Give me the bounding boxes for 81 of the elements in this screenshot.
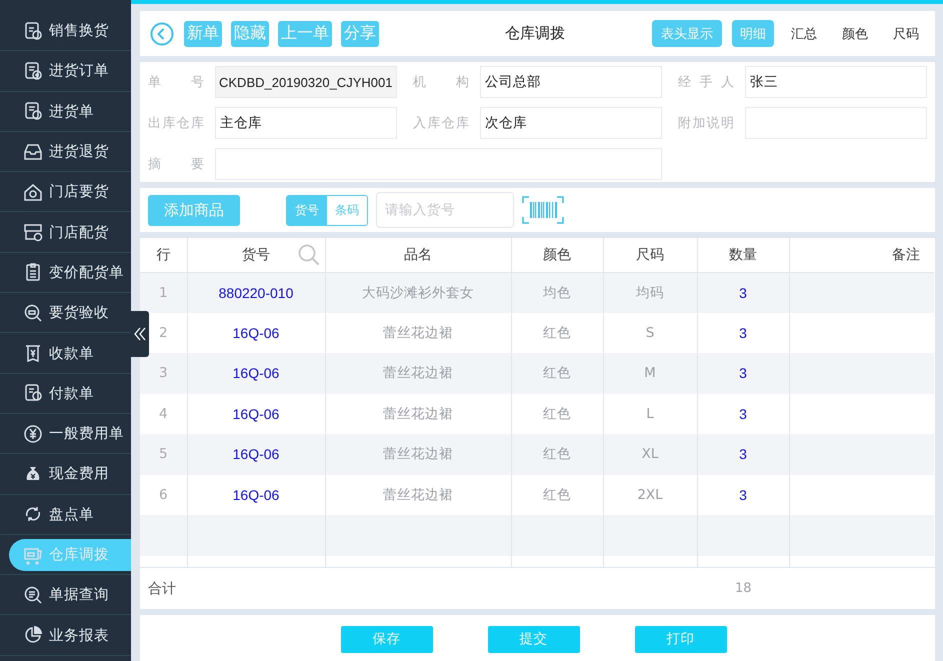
sidebar-item[interactable]: 变价配货单 [9, 256, 131, 288]
field-label: 摘要 [148, 156, 204, 173]
column-header: 备注 [789, 238, 934, 272]
receipt-icon [23, 343, 43, 364]
input-field[interactable]: 主仓库 [215, 107, 397, 139]
document-coin-icon [23, 383, 43, 404]
sidebar-item[interactable]: 进货退货 [9, 136, 131, 168]
list-magnifier-icon [23, 584, 43, 605]
input-field[interactable]: CKDBD_20190320_CJYH001 [215, 66, 397, 98]
table-cell: 均色 [511, 272, 603, 312]
tray-icon [23, 142, 43, 162]
table-cell: 红色 [511, 353, 603, 394]
document-icon [23, 20, 43, 41]
sidebar-item[interactable]: 单据查询 [9, 578, 131, 611]
column-header: 品名 [325, 238, 511, 272]
table-cell: 3 [697, 434, 789, 474]
pie-chart-icon [23, 625, 43, 646]
document-plus-icon [23, 60, 43, 81]
total-quantity: 18 [735, 581, 753, 596]
input-field[interactable]: 次仓库 [480, 107, 662, 139]
table-cell: 16Q-06 [187, 353, 325, 394]
input-field[interactable] [215, 148, 662, 180]
sidebar-item[interactable]: 一般费用单 [9, 418, 131, 450]
barcode-scan-icon[interactable] [522, 196, 564, 224]
sidebar-item[interactable]: 现金费用 [9, 458, 131, 490]
sidebar-item[interactable]: 付款单 [9, 377, 131, 410]
table-cell: M [603, 353, 697, 394]
search-icon[interactable] [298, 244, 320, 266]
table-cell: 5 [140, 434, 187, 474]
table-cell: 1 [140, 272, 187, 312]
document-icon [23, 101, 43, 122]
field-label: 出库仓库 [148, 115, 204, 132]
field-label: 单号 [148, 74, 204, 91]
view-tab[interactable]: 尺码 [885, 20, 927, 47]
table-cell: 均码 [603, 272, 697, 312]
input-field[interactable] [745, 107, 927, 139]
magnifier-icon [23, 302, 43, 323]
table-cell: XL [603, 434, 697, 474]
sidebar-item[interactable]: 要货验收 [9, 296, 131, 329]
search-field[interactable]: 请输入货号 [376, 192, 514, 228]
sidebar-item[interactable]: 进货订单 [9, 54, 131, 87]
input-field[interactable]: 公司总部 [480, 66, 662, 98]
page-title: 仓库调拨 [505, 24, 565, 43]
field-label: 附加说明 [678, 115, 734, 132]
sidebar-item[interactable]: 进货单 [9, 95, 131, 128]
table-cell: 蕾丝花边裙 [325, 434, 511, 474]
field-label: 入库仓库 [413, 115, 469, 132]
sidebar-item[interactable]: 门店配货 [9, 216, 131, 248]
house-icon [23, 182, 43, 202]
table-cell: 3 [697, 272, 789, 312]
sidebar-item[interactable]: 门店要货 [9, 176, 131, 208]
table-cell: 2 [140, 312, 187, 353]
back-icon[interactable] [150, 22, 174, 46]
input-field[interactable]: 张三 [745, 66, 927, 98]
sidebar-item[interactable]: 销售换货 [9, 14, 131, 47]
table-cell: 3 [140, 353, 187, 394]
column-header: 尺码 [603, 238, 697, 272]
shop-icon [23, 222, 43, 242]
column-header: 货号 [242, 246, 270, 263]
table-cell: 6 [140, 474, 187, 515]
field-label: 机构 [413, 74, 469, 91]
column-header: 行 [140, 238, 187, 272]
sidebar-item[interactable]: 收款单 [9, 337, 131, 370]
collapse-tab[interactable] [131, 311, 149, 357]
table-cell: 16Q-06 [187, 434, 325, 474]
table-cell: 880220-010 [187, 272, 325, 312]
table-cell: 蕾丝花边裙 [325, 353, 511, 394]
view-tab[interactable]: 汇总 [783, 20, 825, 47]
table-cell: 4 [140, 394, 187, 434]
column-header: 颜色 [511, 238, 603, 272]
double-chevron-icon [134, 327, 146, 341]
total-label: 合计 [148, 580, 177, 598]
sidebar-item[interactable]: 业务报表 [9, 619, 131, 652]
yen-coin-icon [23, 424, 43, 444]
view-tab[interactable]: 颜色 [834, 20, 876, 47]
field-label: 经手人 [678, 74, 734, 91]
table-cell: 3 [697, 353, 789, 394]
table-cell: 红色 [511, 434, 603, 474]
column-header: 数量 [697, 238, 789, 272]
table-cell: 大码沙滩衫外套女 [325, 272, 511, 312]
sidebar-item[interactable]: 盘点单 [9, 498, 131, 530]
